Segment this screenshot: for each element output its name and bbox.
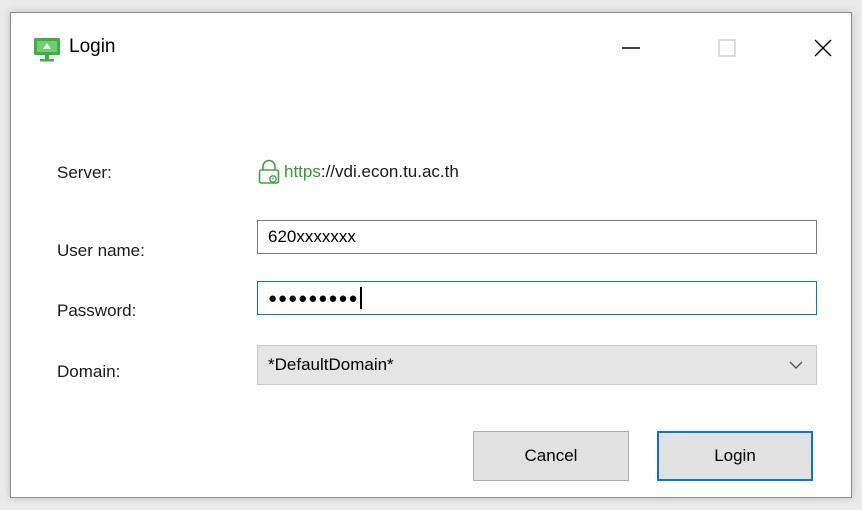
minimize-icon [622, 47, 640, 49]
server-url: https://vdi.econ.tu.ac.th [257, 159, 459, 185]
username-input[interactable] [257, 220, 817, 254]
password-mask: ●●●●●●●●● [268, 289, 359, 307]
close-button[interactable] [793, 27, 853, 69]
chevron-down-icon [789, 361, 803, 369]
domain-selected-value: *DefaultDomain* [268, 355, 394, 374]
text-caret [359, 287, 362, 309]
lock-icon [258, 159, 280, 184]
server-host: ://vdi.econ.tu.ac.th [320, 162, 459, 181]
server-scheme: https [284, 162, 321, 181]
maximize-button[interactable] [697, 27, 757, 69]
username-label: User name: [57, 241, 145, 260]
domain-label: Domain: [57, 362, 121, 381]
login-dialog: Login Server: https://vdi.econ.tu.ac.th… [10, 12, 852, 498]
login-button[interactable]: Login [657, 431, 813, 481]
password-input[interactable]: ●●●●●●●●● [257, 281, 817, 315]
close-icon [814, 39, 832, 57]
title-bar[interactable]: Login [11, 13, 851, 81]
password-label: Password: [57, 301, 137, 320]
monitor-icon [34, 38, 60, 62]
cancel-button[interactable]: Cancel [473, 431, 629, 481]
server-label: Server: [57, 163, 112, 182]
minimize-button[interactable] [601, 27, 661, 69]
domain-select[interactable]: *DefaultDomain* [257, 345, 817, 385]
window-title: Login [69, 36, 116, 57]
maximize-icon [718, 39, 736, 57]
